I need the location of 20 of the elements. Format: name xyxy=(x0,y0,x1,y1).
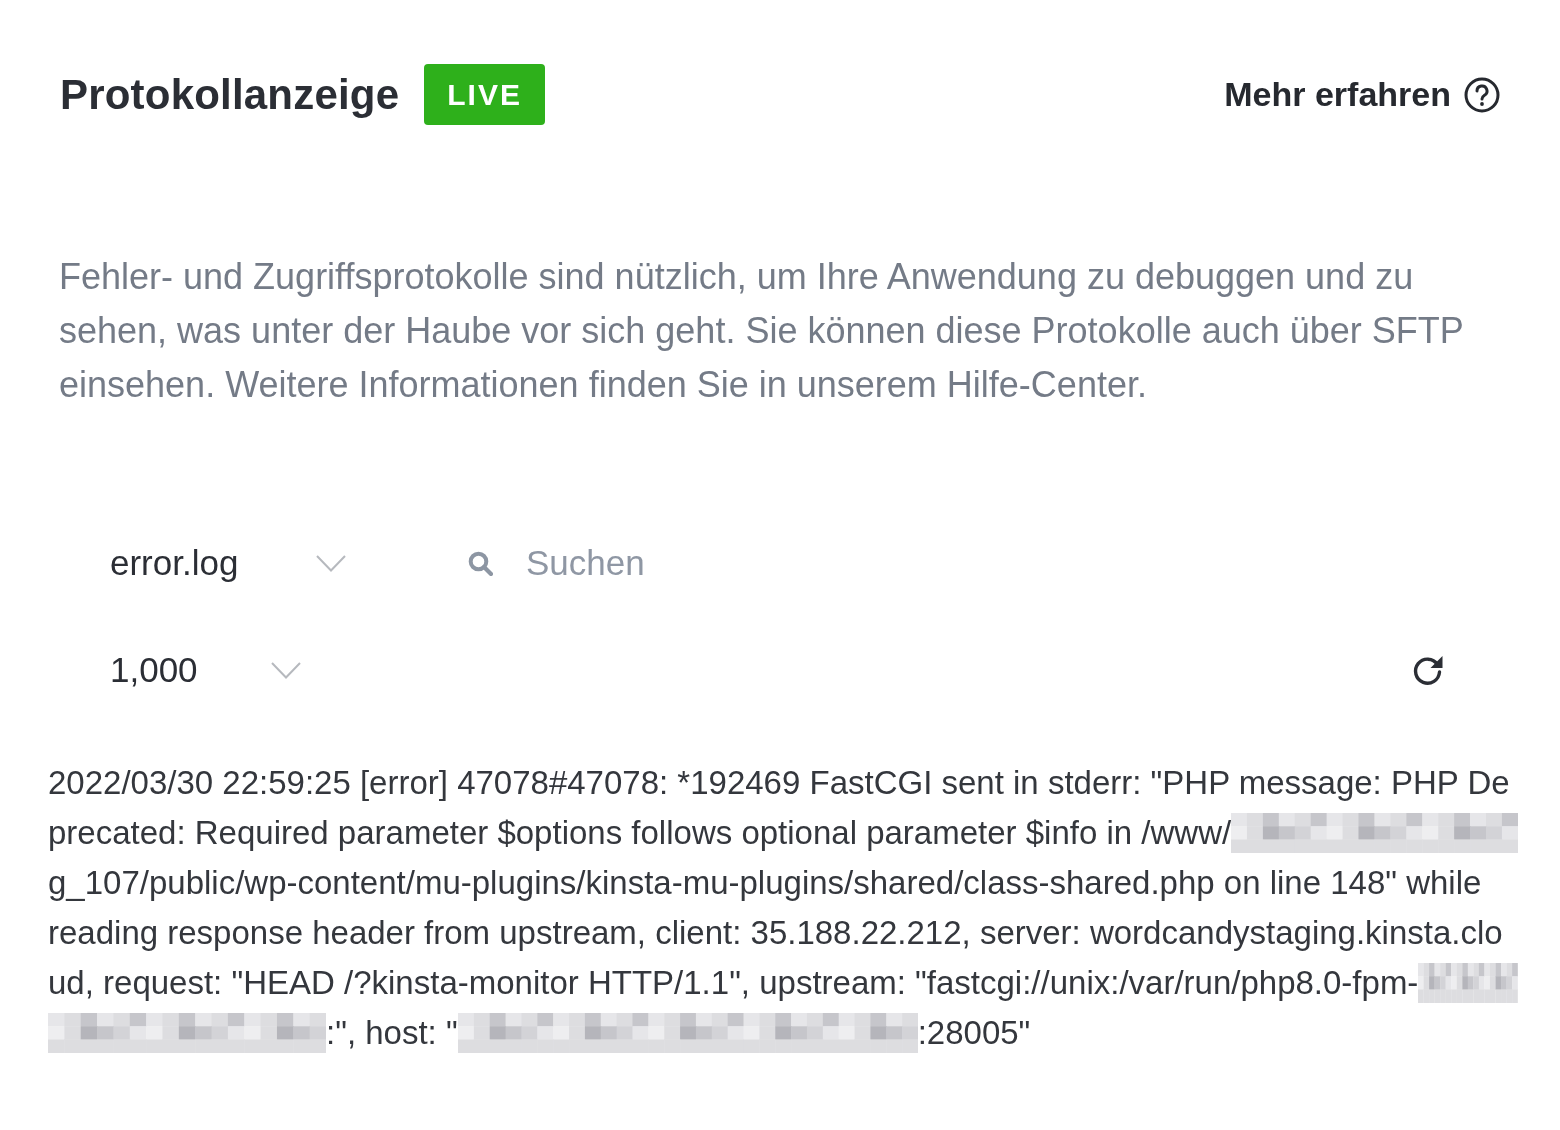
log-text: ud, request: "HEAD /?kinsta-monitor HTTP/1.1", upstream: "fastcgi://unix:/var/run/php8.0-fpm- xyxy=(48,963,1419,1003)
chevron-down-icon xyxy=(271,661,301,679)
page-title: Protokollanzeige xyxy=(60,70,400,119)
log-text: g_107/public/wp-content/mu-plugins/kinsta-mu-plugins/shared/class-shared.php on line 148" while xyxy=(48,863,1482,903)
help-icon xyxy=(1464,76,1500,113)
search-icon xyxy=(468,550,493,576)
log-file-select[interactable]: error.log xyxy=(110,538,346,588)
refresh-button[interactable] xyxy=(1411,653,1444,687)
chevron-down-icon xyxy=(316,554,346,572)
log-text: 2022/03/30 22:59:25 [error] 47078#47078: *192469 FastCGI sent in stderr: "PHP message: PHP De xyxy=(48,763,1510,803)
log-text: :28005" xyxy=(917,1013,1031,1053)
search-field[interactable]: Suchen xyxy=(526,538,856,588)
log-text: reading response header from upstream, client: 35.188.22.212, server: wordcandystaging.kinsta.clo xyxy=(48,913,1503,953)
live-badge: LIVE xyxy=(424,64,545,125)
refresh-icon xyxy=(1411,653,1444,687)
log-text: :", host: " xyxy=(326,1013,458,1053)
learn-more-link[interactable]: Mehr erfahren xyxy=(1224,75,1500,114)
log-text: precated: Required parameter $options follows optional parameter $info in /www/ xyxy=(48,813,1232,853)
line-count-select[interactable]: 1,000 xyxy=(110,645,301,695)
description-text: Fehler- und Zugriffsprotokolle sind nützlich, um Ihre Anwendung zu debuggen und zu sehen, was unter der Haube vor sich geht. Sie können diese Protokolle auch über SFTP einsehen. Weitere Informationen finden Sie in unserem Hilfe-Center. xyxy=(59,255,1465,407)
